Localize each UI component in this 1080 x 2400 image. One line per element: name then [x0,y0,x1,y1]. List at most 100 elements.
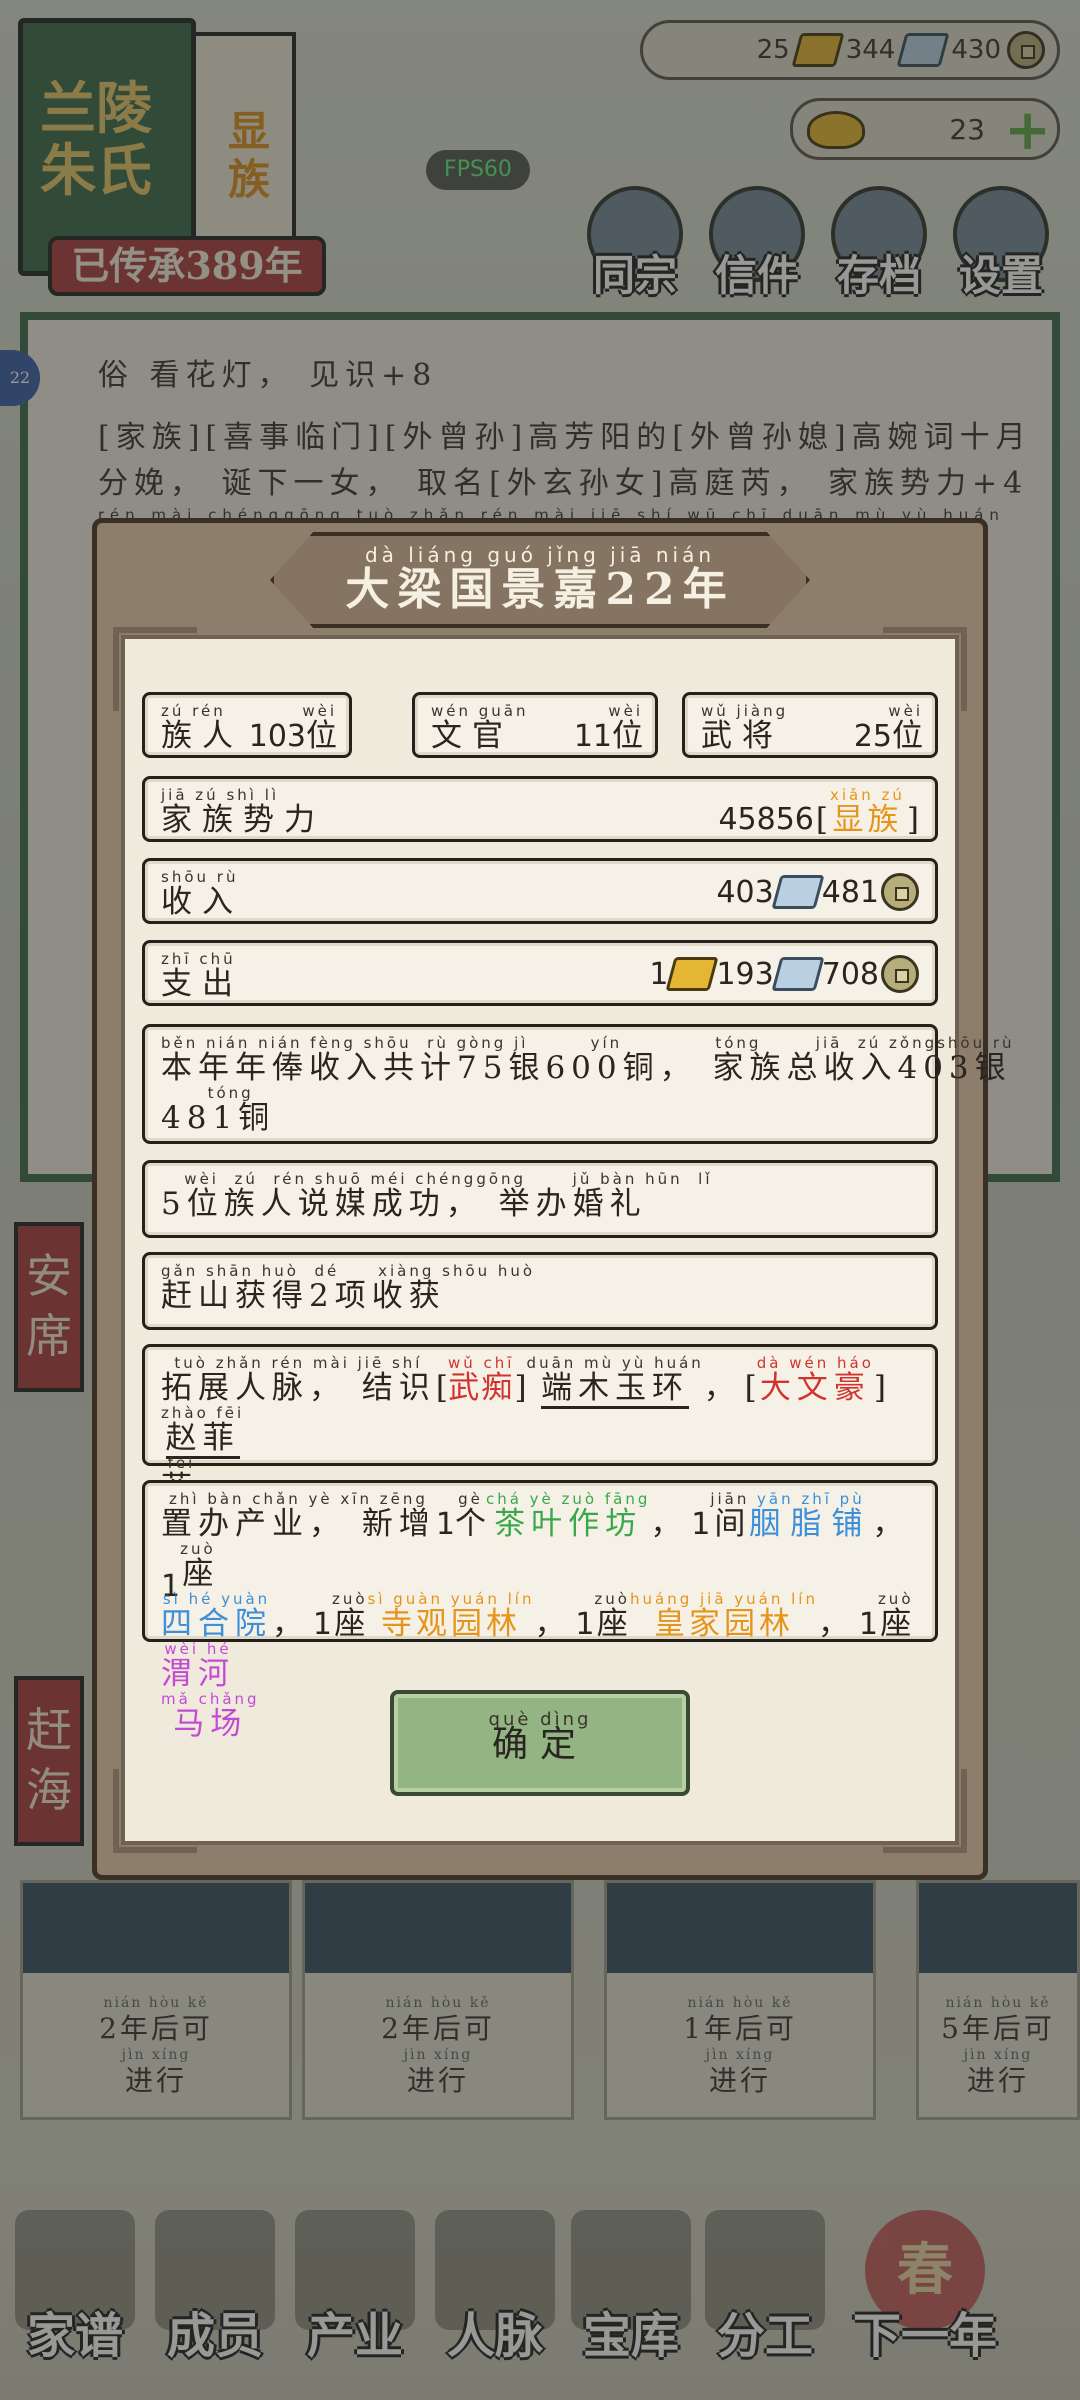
industry-courtyard: 四合院 [161,1606,272,1642]
count: 1 [575,1607,595,1642]
stat-unit: 位 [612,718,643,754]
title-pinyin: dà liáng guó jǐng jiā nián [364,543,716,567]
unit-pinyin: zuò [180,1540,216,1558]
item-pinyin: chá yè zuò fāng [485,1490,651,1508]
count: 1 [312,1607,332,1642]
unit-pinyin: wèi [888,702,923,720]
unit-pinyin: zuò [877,1590,914,1608]
unit-pinyin: zuò [594,1590,630,1608]
contact-name[interactable]: 端木玉环 [541,1370,690,1409]
count: 1 [435,1507,455,1542]
industry-tea-workshop: 茶叶作坊 [494,1506,643,1542]
title-text: 大梁国景嘉22年 [345,564,735,615]
stat-civil-officials: wén guān 文官 wèi 11位 [412,692,658,758]
confirm-label: 确定 [491,1724,588,1765]
confirm-button[interactable]: què dìng 确定 [390,1690,690,1796]
stat-generals: wǔ jiàng 武将 wèi 25位 [682,692,938,758]
family-power-row: jiā zú shì lì 家族势力 45856 [ xiǎn zú 显族 ] [142,776,938,842]
label-pinyin: zhī chū [161,950,236,968]
corner-ornament [883,1769,967,1853]
unit-pinyin: jiān [710,1490,750,1508]
power-label: 家族势力 [161,802,325,838]
trait-tag-writer: 大文豪 [759,1370,871,1406]
unit-pinyin: wèi [608,702,643,720]
name-pinyin: zhào fēi [161,1404,245,1422]
stat-clansmen: zú rén 族人 wèi 103位 [142,692,352,758]
industry-rouge-shop: 胭脂铺 [749,1506,873,1542]
label-pinyin: wǔ jiàng [701,702,789,720]
income-label: 收入 [161,884,243,920]
unit: 座 [880,1606,912,1642]
item-pinyin: huáng jiā yuán lín [629,1590,818,1608]
silver-ingot-icon [771,957,825,991]
event-text: 赶山获得2项收获 [161,1278,446,1314]
industry-temple-garden: 寺观园林 [380,1606,521,1642]
count: 1 [858,1607,878,1642]
stat-label: 文官 [431,718,513,754]
network-event: tuò zhǎn rén mài jiē shí 拓展人脉， 结识[wǔ chī 武… [142,1344,938,1509]
rank-pinyin: xiǎn zú [829,786,905,804]
event-pinyin: tuò zhǎn rén mài jiē shí [174,1354,423,1372]
event-text: 拓展人脉， 结识 [161,1370,436,1406]
count: 1 [691,1507,711,1542]
dialog-title: dà liáng guó jǐng jiā nián 大梁国景嘉22年 [270,544,810,614]
corner-ornament [113,1769,197,1853]
expense-copper: 708 [821,956,879,992]
stat-unit: 位 [306,718,337,754]
unit: 间 [714,1506,746,1542]
expense-silver: 193 [716,956,774,992]
stat-label: 族人 [161,718,243,754]
tag-pinyin: wǔ chī [447,1354,515,1372]
salary-text: 本年年俸收入共计75银600铜， 家族总收入403银 [161,1050,1012,1086]
stat-value: 103 [248,719,306,754]
unit: 个 [454,1506,486,1542]
industry-weihe: 渭河 [161,1656,235,1692]
income-copper: 481 [821,874,879,910]
unit: 座 [334,1606,366,1642]
gold-ingot-icon [665,957,720,991]
unit-pinyin: zuò [331,1590,368,1608]
unit-pinyin: gè [458,1490,483,1508]
matchmaking-event: wèi zú rén shuō méi chénggōng jǔ bàn hūn… [142,1160,938,1238]
stat-value: 25 [853,719,892,754]
label-pinyin: shōu rù [161,868,239,886]
event-pinyin: zhì bàn chǎn yè xīn zēng [169,1490,428,1508]
item-pinyin: mǎ chǎng [161,1690,260,1708]
unit: 座 [182,1556,214,1592]
item-pinyin: yān zhī pù [757,1490,865,1508]
name-pinyin: fēi [167,1454,196,1472]
power-value: 45856 [718,802,814,837]
label-pinyin: zú rén [161,702,226,720]
salary-pinyin: běn nián nián fèng shōu rù gòng jì yín t… [161,1034,1080,1052]
event-pinyin: wèi zú rén shuō méi chénggōng jǔ bàn hūn… [161,1170,713,1188]
name-pinyin: duān mù yù huán [526,1354,704,1372]
event-text: 置办产业， 新增 [161,1506,436,1542]
industry-horse-ranch: 马场 [173,1706,248,1742]
label-pinyin: jiā zú shì lì [161,786,280,804]
salary-pinyin: tóng [161,1084,254,1102]
stat-label: 武将 [701,718,783,754]
item-pinyin: sì guàn yuán lín [367,1590,535,1608]
industry-event: zhì bàn chǎn yè xīn zēng 置办产业， 新增1 gè 个 chá … [142,1480,938,1741]
expense-row: zhī chū 支出 1 193 708 [142,940,938,1006]
copper-coin-icon [881,873,919,911]
label-pinyin: wén guān [431,702,529,720]
salary-text: 481铜 [161,1100,276,1136]
stat-value: 11 [573,719,612,754]
item-pinyin: sì hé yuàn [162,1590,271,1608]
event-pinyin: gǎn shān huò dé xiàng shōu huò [161,1262,536,1280]
income-row: shōu rù 收入 403 481 [142,858,938,924]
income-silver: 403 [716,874,774,910]
tag-pinyin: dà wén háo [756,1354,874,1372]
stat-unit: 位 [892,718,923,754]
item-pinyin: wèi hé [164,1640,232,1658]
power-rank: 显族 [832,802,903,838]
harvest-event: gǎn shān huò dé xiàng shōu huò 赶山获得2项收获 [142,1252,938,1330]
silver-ingot-icon [771,875,825,909]
trait-tag-martial: 武痴 [448,1370,515,1406]
industry-royal-garden: 皇家园林 [653,1606,794,1642]
copper-coin-icon [881,955,919,993]
unit-pinyin: wèi [302,702,337,720]
salary-summary: běn nián nián fèng shōu rù gòng jì yín t… [142,1024,1080,1144]
unit: 座 [596,1606,628,1642]
